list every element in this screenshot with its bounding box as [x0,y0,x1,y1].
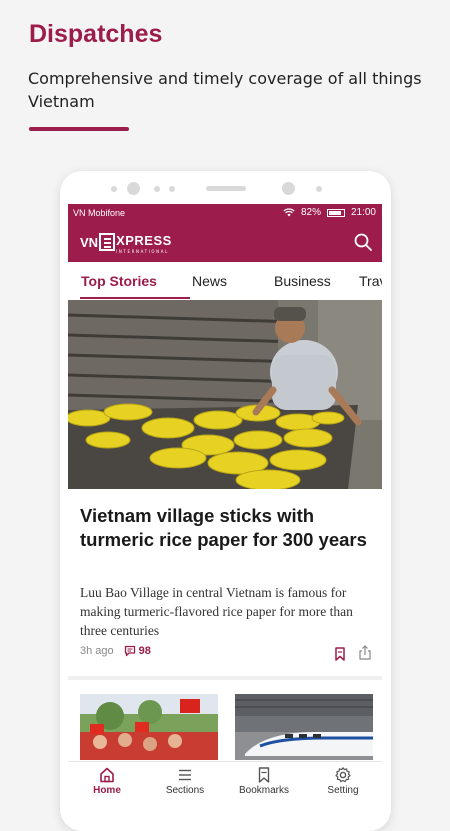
tab-business[interactable]: Business [274,273,331,289]
logo-e-mark [99,233,116,251]
tab-news[interactable]: News [192,273,227,289]
active-tab-indicator [80,297,190,299]
article-thumbnail[interactable] [80,694,218,760]
menu-icon [179,769,191,781]
carrier-label: VN Mobifone [73,208,126,218]
logo-vn: VN [80,234,99,250]
phone-top-bezel [60,171,391,205]
promo-accent-rule [29,127,129,131]
home-icon [100,767,114,783]
nav-bookmarks[interactable]: Bookmarks [225,766,303,796]
category-tabs: Top Stories News Business Travel [68,262,382,301]
nav-home[interactable]: Home [68,766,146,796]
bookmark-icon [335,647,345,661]
comment-icon [124,645,135,657]
wifi-icon [283,208,295,217]
nav-sections-label: Sections [165,785,205,796]
vnexpress-logo[interactable]: VN XPRESS INTERNATIONAL [80,232,172,254]
camera-dot [127,182,140,195]
sensor-dot [316,186,322,192]
article-headline[interactable]: Vietnam village sticks with turmeric ric… [80,504,370,552]
nav-home-label: Home [93,785,121,796]
share-icon [359,645,371,660]
battery-percent: 82% [300,207,321,218]
section-divider [68,676,382,680]
status-bar: VN Mobifone 82% 21:00 [68,204,382,222]
comments-link[interactable]: 98 [124,645,151,657]
search-icon [354,233,372,251]
clock: 21:00 [350,207,376,218]
sensor-dot [111,186,117,192]
logo-xpress: XPRESS [116,233,172,248]
tab-travel[interactable]: Travel [359,273,382,289]
bookmark-button[interactable] [334,646,346,665]
article-meta: 3h ago 98 [80,645,151,657]
gear-icon [335,767,351,783]
front-camera-dot [282,182,295,195]
comment-count: 98 [138,645,151,657]
promo-subtitle: Comprehensive and timely coverage of all… [28,69,422,111]
bottom-nav: Home Sections Bookmarks Setting [68,761,382,802]
app-bar: VN XPRESS INTERNATIONAL [68,222,382,262]
article-lead[interactable]: Luu Bao Village in central Vietnam is fa… [80,583,380,640]
battery-icon [326,208,345,217]
nav-setting[interactable]: Setting [304,766,382,796]
logo-international: INTERNATIONAL [116,249,169,254]
speaker-slot [206,186,246,191]
share-button[interactable] [358,645,372,664]
article-thumbnail[interactable] [235,694,373,760]
tab-top-stories[interactable]: Top Stories [81,273,157,289]
article-time: 3h ago [80,645,114,657]
nav-sections[interactable]: Sections [146,766,224,796]
promo-title: Dispatches [29,20,163,48]
nav-bookmarks-label: Bookmarks [238,785,289,796]
search-button[interactable] [352,231,374,253]
nav-setting-label: Setting [327,785,359,796]
bookmark-icon [258,767,270,783]
sensor-dot [154,186,160,192]
phone-mockup: VN Mobifone 82% 21:00 VN XPRESS INTERNAT… [60,171,391,831]
sensor-dot [169,186,175,192]
article-hero-image[interactable] [68,300,382,489]
